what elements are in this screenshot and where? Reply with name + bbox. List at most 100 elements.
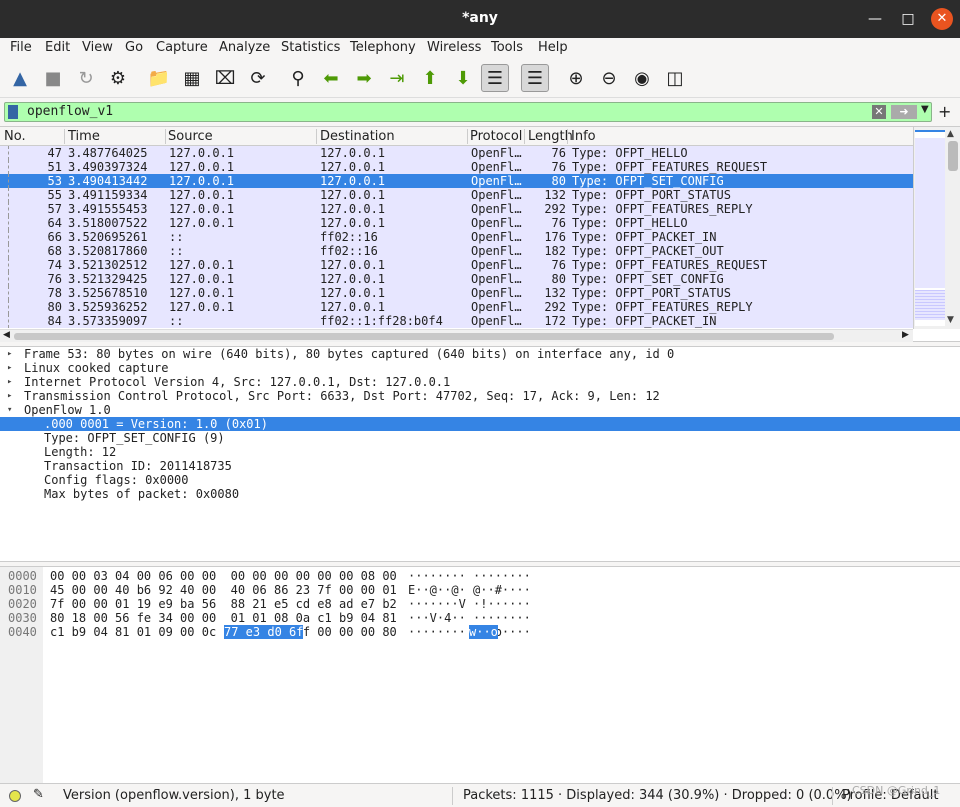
- packet-row[interactable]: 78 3.525678510 127.0.0.1 127.0.0.1 OpenFl… 13…: [0, 286, 913, 300]
- edit-comment-icon[interactable]: ✎: [33, 787, 44, 802]
- scroll-left-icon[interactable]: ◀: [3, 330, 10, 340]
- close-file-icon[interactable]: ⌧: [211, 64, 239, 92]
- packet-row[interactable]: 55 3.491159334 127.0.0.1 127.0.0.1 OpenFl… 13…: [0, 188, 913, 202]
- find-packet-icon[interactable]: ⚲: [284, 64, 312, 92]
- display-filter-input[interactable]: openflow_v1 ✕ ➜ ▼: [4, 102, 932, 122]
- menu-view[interactable]: View: [82, 40, 113, 55]
- zoom-in-icon[interactable]: ⊕: [562, 64, 590, 92]
- bookmark-icon[interactable]: [8, 105, 18, 119]
- hex-bytes[interactable]: 80 18 00 56 fe 34 00 00 01 01 08 0a c1 b…: [50, 611, 397, 625]
- menu-capture[interactable]: Capture: [156, 40, 208, 55]
- menu-wireless[interactable]: Wireless: [427, 40, 481, 55]
- packet-cell-time: 3.491555453: [68, 202, 148, 216]
- restart-capture-icon[interactable]: ↻: [72, 64, 100, 92]
- hex-bytes[interactable]: 45 00 00 40 b6 92 40 00 40 06 86 23 7f 0…: [50, 583, 397, 597]
- menu-go[interactable]: Go: [125, 40, 143, 55]
- go-forward-icon[interactable]: ➡: [350, 64, 378, 92]
- filter-text[interactable]: openflow_v1: [27, 104, 113, 119]
- menu-analyze[interactable]: Analyze: [219, 40, 270, 55]
- detail-row[interactable]: ▾ OpenFlow 1.0: [0, 403, 960, 417]
- hex-bytes[interactable]: 7f 00 00 01 19 e9 ba 56 88 21 e5 cd e8 a…: [50, 597, 397, 611]
- detail-row[interactable]: ▸ Linux cooked capture: [0, 361, 960, 375]
- detail-row[interactable]: ▸ Transmission Control Protocol, Src Port…: [0, 389, 960, 403]
- tree-collapsed-icon[interactable]: ▸: [7, 361, 12, 375]
- scroll-up-icon[interactable]: ▲: [947, 129, 954, 139]
- packet-cell-src: 127.0.0.1: [169, 272, 235, 286]
- detail-row[interactable]: Config flags: 0x0000: [0, 473, 960, 487]
- ascii-highlight[interactable]: w··o: [469, 625, 498, 639]
- hex-highlight[interactable]: 77 e3 d0 6f: [224, 625, 304, 639]
- detail-row[interactable]: ▸ Frame 53: 80 bytes on wire (640 bits), …: [0, 347, 960, 361]
- col-no[interactable]: No.: [4, 129, 26, 144]
- autoscroll-icon[interactable]: ☰: [481, 64, 509, 92]
- packet-row[interactable]: 47 3.487764025 127.0.0.1 127.0.0.1 OpenFl… 76…: [0, 146, 913, 160]
- first-packet-icon[interactable]: ⬆: [416, 64, 444, 92]
- chevron-down-icon[interactable]: ▼: [921, 104, 929, 115]
- detail-row[interactable]: ▸ Internet Protocol Version 4, Src: 127.0…: [0, 375, 960, 389]
- hscroll-thumb[interactable]: [14, 333, 834, 340]
- go-to-packet-icon[interactable]: ⇥: [383, 64, 411, 92]
- packet-row[interactable]: 64 3.518007522 127.0.0.1 127.0.0.1 OpenFl… 76…: [0, 216, 913, 230]
- maximize-icon[interactable]: □: [897, 8, 919, 30]
- tree-collapsed-icon[interactable]: ▸: [7, 347, 12, 361]
- stop-capture-icon[interactable]: ■: [39, 64, 67, 92]
- zoom-out-icon[interactable]: ⊖: [595, 64, 623, 92]
- col-source[interactable]: Source: [168, 129, 213, 144]
- detail-row[interactable]: Max bytes of packet: 0x0080: [0, 487, 960, 501]
- plus-icon[interactable]: +: [938, 102, 951, 121]
- go-back-icon[interactable]: ⬅: [317, 64, 345, 92]
- expert-info-icon[interactable]: [9, 790, 21, 802]
- detail-row[interactable]: Transaction ID: 2011418735: [0, 459, 960, 473]
- scroll-right-icon[interactable]: ▶: [902, 330, 909, 340]
- packet-row[interactable]: 74 3.521302512 127.0.0.1 127.0.0.1 OpenFl… 76…: [0, 258, 913, 272]
- packet-cell-proto: OpenFl…: [471, 300, 522, 314]
- close-icon[interactable]: ✕: [931, 8, 953, 30]
- packet-row[interactable]: 68 3.520817860:: ff02::16 OpenFl… 182 Type: O…: [0, 244, 913, 258]
- col-time[interactable]: Time: [68, 129, 100, 144]
- hex-ascii[interactable]: ········ ········: [408, 569, 531, 583]
- col-info[interactable]: Info: [571, 129, 596, 144]
- colorize-icon[interactable]: ☰: [521, 64, 549, 92]
- col-protocol[interactable]: Protocol: [470, 129, 522, 144]
- menu-tools[interactable]: Tools: [491, 40, 523, 55]
- clear-icon[interactable]: ✕: [872, 105, 886, 119]
- hex-bytes[interactable]: 00 00 03 04 00 06 00 00 00 00 00 00 00 0…: [50, 569, 397, 583]
- last-packet-icon[interactable]: ⬇: [449, 64, 477, 92]
- detail-row[interactable]: .000 0001 = Version: 1.0 (0x01): [0, 417, 960, 431]
- packet-row[interactable]: 51 3.490397324 127.0.0.1 127.0.0.1 OpenFl… 76…: [0, 160, 913, 174]
- col-destination[interactable]: Destination: [320, 129, 395, 144]
- open-file-icon[interactable]: 📁: [145, 64, 173, 92]
- save-file-icon[interactable]: ▦: [178, 64, 206, 92]
- packet-row[interactable]: 80 3.525936252 127.0.0.1 127.0.0.1 OpenFl… 29…: [0, 300, 913, 314]
- scroll-thumb[interactable]: [948, 141, 958, 171]
- hex-ascii[interactable]: ···V·4·· ········: [408, 611, 531, 625]
- capture-options-icon[interactable]: ⚙: [104, 64, 132, 92]
- tree-collapsed-icon[interactable]: ▸: [7, 375, 12, 389]
- detail-row[interactable]: Type: OFPT_SET_CONFIG (9): [0, 431, 960, 445]
- minimize-icon[interactable]: —: [864, 8, 886, 30]
- shark-fin-start-icon[interactable]: ▲: [6, 64, 34, 92]
- packet-minimap[interactable]: [915, 130, 945, 326]
- detail-row[interactable]: Length: 12: [0, 445, 960, 459]
- packet-row[interactable]: 76 3.521329425 127.0.0.1 127.0.0.1 OpenFl… 80…: [0, 272, 913, 286]
- tree-collapsed-icon[interactable]: ▸: [7, 389, 12, 403]
- hex-ascii[interactable]: ·······V ·!······: [408, 597, 531, 611]
- scroll-down-icon[interactable]: ▼: [947, 315, 954, 325]
- tree-expanded-icon[interactable]: ▾: [7, 403, 12, 417]
- menu-edit[interactable]: Edit: [45, 40, 70, 55]
- packet-row[interactable]: 53 3.490413442 127.0.0.1 127.0.0.1 OpenFl… 80…: [0, 174, 913, 188]
- packet-row[interactable]: 84 3.573359097:: ff02::1:ff28:b0f4 OpenFl… 1…: [0, 314, 913, 328]
- reload-file-icon[interactable]: ⟳: [244, 64, 272, 92]
- packet-list-scrollbar[interactable]: ▲ ▼: [913, 127, 960, 329]
- menu-telephony[interactable]: Telephony: [350, 40, 416, 55]
- resize-columns-icon[interactable]: ◫: [661, 64, 689, 92]
- hex-ascii[interactable]: E··@··@· @··#····: [408, 583, 531, 597]
- packet-row[interactable]: 57 3.491555453 127.0.0.1 127.0.0.1 OpenFl… 29…: [0, 202, 913, 216]
- normal-size-icon[interactable]: ◉: [628, 64, 656, 92]
- apply-arrow-icon[interactable]: ➜: [891, 105, 917, 119]
- menu-help[interactable]: Help: [538, 40, 568, 55]
- horizontal-scrollbar[interactable]: ◀ ▶: [0, 329, 913, 342]
- menu-file[interactable]: File: [10, 40, 32, 55]
- packet-row[interactable]: 66 3.520695261:: ff02::16 OpenFl… 176 Type: O…: [0, 230, 913, 244]
- menu-statistics[interactable]: Statistics: [281, 40, 340, 55]
